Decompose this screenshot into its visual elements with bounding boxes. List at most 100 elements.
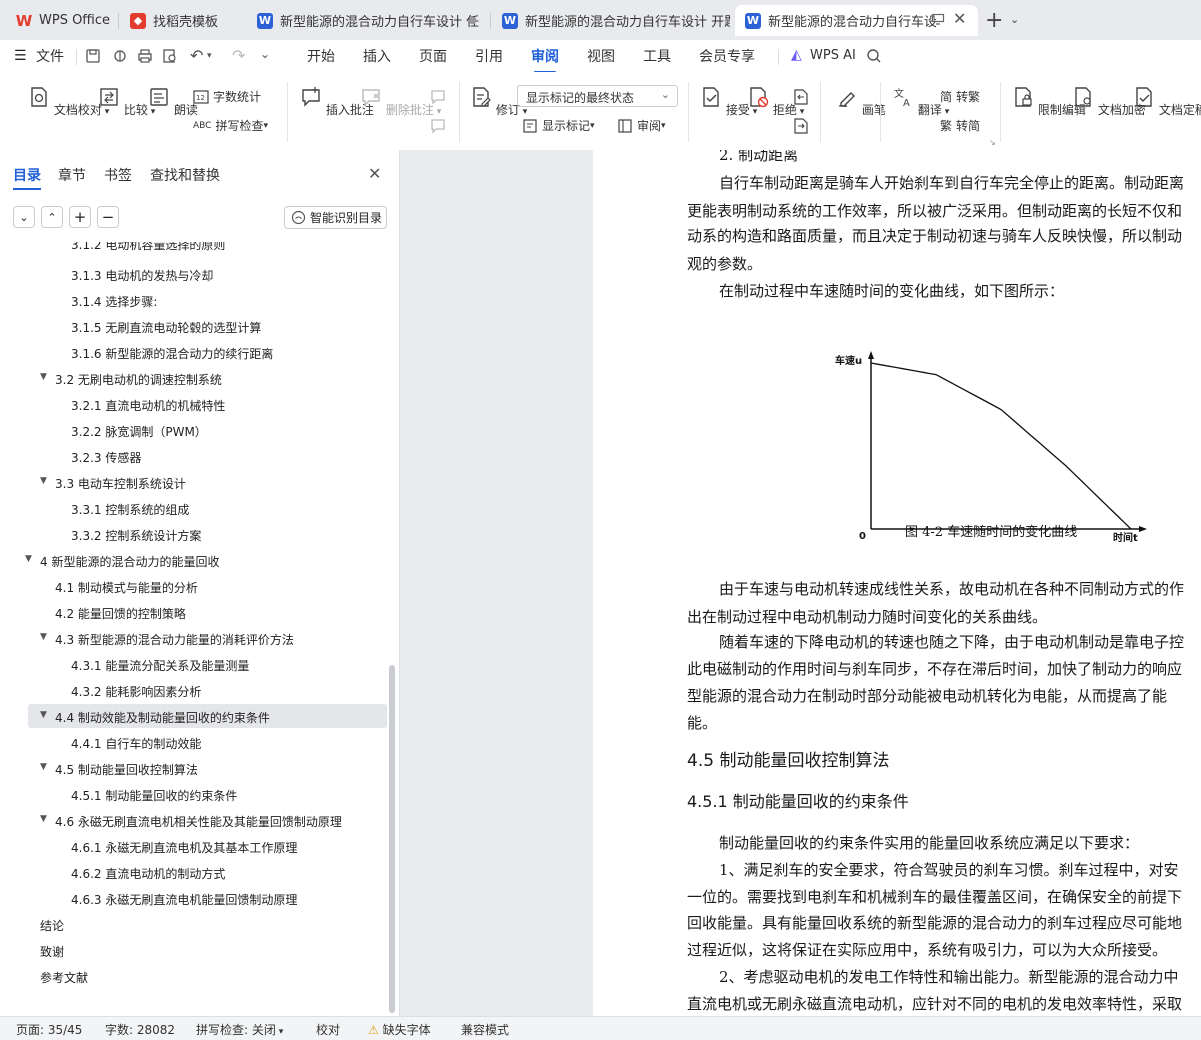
toc-item[interactable]: 3.1.3 电动机的发热与冷却 <box>71 267 213 284</box>
toc-item[interactable]: ▼ 4.6 永磁无刷直流电机相关性能及其能量回馈制动原理 <box>40 813 342 830</box>
close-tab-icon[interactable]: ✕ <box>953 9 966 28</box>
tab-doc-2[interactable]: W 新型能源的混合动力自行车设计 开题 <box>492 5 730 36</box>
menu-start[interactable]: 开始 <box>307 46 335 66</box>
restrict-edit-button[interactable]: 限制编辑 <box>1012 86 1086 118</box>
expand-toggle-icon[interactable]: ▼ <box>40 814 47 824</box>
screen-icon[interactable] <box>931 12 945 30</box>
toc-item[interactable]: 3.2.2 脉宽调制（PWM） <box>71 423 207 440</box>
to-traditional-button[interactable]: 简 转繁 <box>940 88 980 105</box>
add-heading-button[interactable]: + <box>69 206 91 228</box>
track-changes-button[interactable]: 修订 ▾ <box>470 86 527 118</box>
reject-button[interactable]: 拒绝 ▾ <box>747 86 804 118</box>
spell-check-indicator[interactable]: 拼写检查: 关闭 ▾ <box>196 1021 283 1038</box>
missing-font-indicator[interactable]: ⚠ 缺失字体 <box>368 1021 431 1038</box>
toc-item[interactable]: 3.3.2 控制系统设计方案 <box>71 527 201 544</box>
show-markup-button[interactable]: 显示标记 ▾ <box>522 117 595 134</box>
toc-item-selected[interactable]: ▼ 4.4 制动效能及制动能量回收的约束条件 <box>40 709 270 726</box>
toc-item[interactable]: 3.3.1 控制系统的组成 <box>71 501 189 518</box>
word-count-button[interactable]: 12 字数统计 <box>193 88 261 105</box>
expand-button[interactable]: ⌃ <box>41 206 63 228</box>
compare-button[interactable]: 比较 ▾ <box>98 86 155 118</box>
toc-item[interactable]: 结论 <box>40 917 64 934</box>
toc-item[interactable]: 4.6.3 永磁无刷直流电机能量回馈制动原理 <box>71 891 297 908</box>
toc-item[interactable]: 4.6.2 直流电动机的制动方式 <box>71 865 225 882</box>
toc-item[interactable]: 4.6.1 永磁无刷直流电机及其基本工作原理 <box>71 839 297 856</box>
remove-heading-button[interactable]: − <box>97 206 119 228</box>
doc-finalize-button[interactable]: 文档定稿 ▾ <box>1133 86 1201 118</box>
nav-tab-chapters[interactable]: 章节 <box>58 165 86 185</box>
toc-item[interactable]: 致谢 <box>40 943 64 960</box>
accept-button[interactable]: 接受 ▾ <box>700 86 757 118</box>
insert-comment-button[interactable]: 插入批注 <box>300 86 374 118</box>
menu-member[interactable]: 会员专享 <box>699 46 755 66</box>
toc-item[interactable]: 4.3.2 能耗影响因素分析 <box>71 683 201 700</box>
tab-wps-office[interactable]: W WPS Office <box>6 5 116 36</box>
print-icon[interactable] <box>137 48 153 64</box>
menu-tools[interactable]: 工具 <box>643 46 671 66</box>
toc-item[interactable]: 4.5.1 制动能量回收的约束条件 <box>71 787 237 804</box>
toc-item[interactable]: 3.1.6 新型能源的混合动力的续行距离 <box>71 345 273 362</box>
undo-chevron-icon[interactable]: ▾ <box>207 51 212 61</box>
tab-doc-active[interactable]: W 新型能源的混合动力自行车设计 ✕ <box>735 5 978 36</box>
nav-tab-find-replace[interactable]: 查找和替换 <box>150 165 220 185</box>
menu-reference[interactable]: 引用 <box>475 46 503 66</box>
toc-item[interactable]: 4.4.1 自行车的制动效能 <box>71 735 201 752</box>
close-pane-icon[interactable]: ✕ <box>368 164 381 183</box>
expand-toggle-icon[interactable]: ▼ <box>40 476 47 486</box>
page-indicator[interactable]: 页面: 35/45 <box>16 1021 82 1038</box>
spell-check-button[interactable]: ABC 拼写检查 ▾ <box>193 117 268 134</box>
prev-change-icon[interactable] <box>792 88 810 106</box>
toc-item[interactable]: 3.1.4 选择步骤: <box>71 293 157 310</box>
share-icon[interactable] <box>112 48 128 64</box>
next-change-icon[interactable] <box>792 117 810 135</box>
proofread-indicator[interactable]: 校对 <box>316 1021 340 1038</box>
expand-toggle-icon[interactable]: ▼ <box>40 372 47 382</box>
pen-button[interactable]: 画笔 <box>836 86 886 118</box>
tab-doc-1[interactable]: W 新型能源的混合动力自行车设计 任 ● <box>247 5 487 36</box>
menu-view[interactable]: 视图 <box>587 46 615 66</box>
expand-toggle-icon[interactable]: ▼ <box>40 762 47 772</box>
menu-review[interactable]: 审阅 <box>531 46 559 73</box>
markup-state-select[interactable]: 显示标记的最终状态 ⌄ <box>517 85 678 107</box>
review-pane-button[interactable]: 审阅 ▾ <box>617 117 666 134</box>
prev-comment-icon[interactable] <box>429 88 447 106</box>
word-count-indicator[interactable]: 字数: 28082 <box>105 1021 175 1038</box>
nav-tab-toc[interactable]: 目录 <box>13 165 41 190</box>
next-comment-icon[interactable] <box>429 117 447 135</box>
toc-scrollbar[interactable] <box>389 665 395 1013</box>
toc-item[interactable]: 3.1.2 电动机容量选择的原则 <box>71 242 225 253</box>
toc-item[interactable]: 4.2 能量回馈的控制策略 <box>55 605 186 622</box>
toc-item[interactable]: 4.3.1 能量流分配关系及能量测量 <box>71 657 249 674</box>
toc-item[interactable]: ▼ 3.3 电动车控制系统设计 <box>40 475 186 492</box>
toc-item[interactable]: 3.2.1 直流电动机的机械特性 <box>71 397 225 414</box>
expand-toggle-icon[interactable]: ▼ <box>25 554 32 564</box>
tab-template[interactable]: ◆ 找稻壳模板 <box>120 5 242 36</box>
doc-check-button[interactable]: 文档校对 ▾ <box>28 86 109 118</box>
menu-insert[interactable]: 插入 <box>363 46 391 66</box>
toc-item[interactable]: 3.2.3 传感器 <box>71 449 141 466</box>
toc-item[interactable]: 3.1.5 无刷直流电动轮毂的选型计算 <box>71 319 261 336</box>
print-preview-icon[interactable] <box>162 48 178 64</box>
toc-item[interactable]: 4.1 制动模式与能量的分析 <box>55 579 198 596</box>
delete-comment-button[interactable]: 删除批注 ▾ <box>360 86 441 118</box>
menu-file[interactable]: 文件 <box>36 46 64 66</box>
read-aloud-button[interactable]: 朗读 <box>148 86 198 118</box>
document-page[interactable]: 2. 制动距离 自行车制动距离是骑车人开始刹车到自行车完全停止的距离。制动距离 … <box>593 150 1201 1016</box>
to-simplified-button[interactable]: 繁 转简 <box>940 117 980 134</box>
toc-item[interactable]: ▼ 3.2 无刷电动机的调速控制系统 <box>40 371 222 388</box>
smart-toc-button[interactable]: 智能识别目录 <box>284 206 387 229</box>
hamburger-icon[interactable]: ☰ <box>14 48 27 64</box>
expand-toggle-icon[interactable]: ▼ <box>40 710 47 720</box>
toc-item[interactable]: ▼ 4.5 制动能量回收控制算法 <box>40 761 198 778</box>
menu-page[interactable]: 页面 <box>419 46 447 66</box>
doc-encrypt-button[interactable]: 文档加密 <box>1072 86 1146 118</box>
toc-item[interactable]: ▼ 4 新型能源的混合动力的能量回收 <box>25 553 219 570</box>
group-launcher-icon[interactable]: ↘ <box>989 138 996 147</box>
expand-toggle-icon[interactable]: ▼ <box>40 632 47 642</box>
more-chevron-icon[interactable]: ⌄ <box>260 47 270 61</box>
nav-tab-bookmarks[interactable]: 书签 <box>104 165 132 185</box>
redo-icon[interactable]: ↷ <box>232 46 245 65</box>
save-icon[interactable] <box>85 48 101 64</box>
toc-item[interactable]: 参考文献 <box>40 969 88 986</box>
collapse-button[interactable]: ⌄ <box>13 206 35 228</box>
